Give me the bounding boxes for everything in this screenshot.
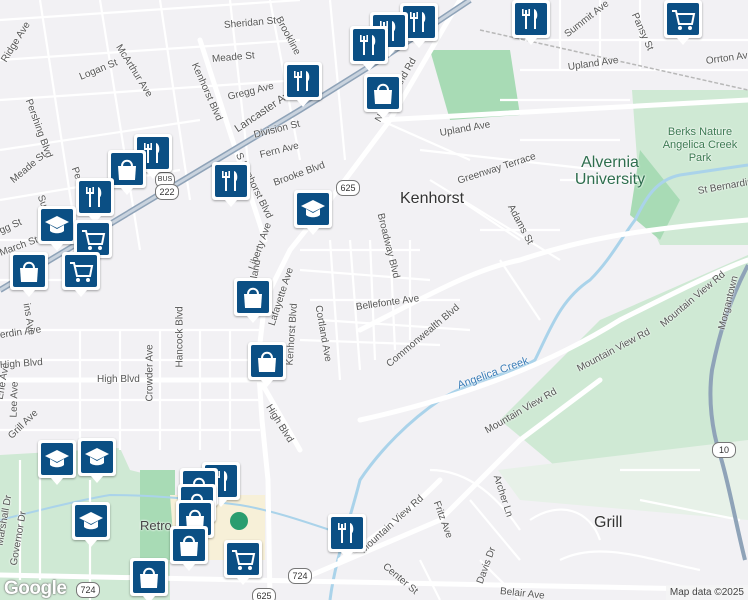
route-shield-625: 625: [336, 180, 360, 196]
school-icon: [45, 216, 69, 234]
map-marker-restaurant[interactable]: [512, 0, 550, 45]
map-marker-shopping-cart[interactable]: [62, 252, 100, 297]
road-label: Lee Ave: [8, 381, 21, 418]
shopping-bag-icon: [140, 567, 158, 588]
road-label: Crowder Ave: [144, 344, 156, 402]
road-label: Hancock Blvd: [174, 306, 186, 368]
shopping-cart-icon: [70, 262, 94, 282]
map-marker-school[interactable]: [38, 440, 76, 485]
place-label-grill: Grill: [594, 514, 623, 531]
restaurant-icon: [360, 35, 376, 55]
restaurant-icon: [222, 171, 238, 191]
road-label: High Blvd: [97, 374, 140, 385]
school-icon: [301, 200, 325, 218]
restaurant-icon: [294, 71, 310, 91]
map-marker-shopping-cart[interactable]: [224, 540, 262, 585]
map-marker-restaurant[interactable]: [212, 162, 250, 207]
map-marker-school[interactable]: [72, 502, 110, 547]
map-marker-shopping-cart[interactable]: [664, 0, 702, 45]
map-marker-restaurant[interactable]: [284, 62, 322, 107]
school-icon: [85, 448, 109, 466]
map-marker-shopping-bag[interactable]: [130, 558, 168, 600]
map-marker-restaurant[interactable]: [328, 514, 366, 559]
map-marker-shopping-bag[interactable]: [248, 342, 286, 387]
restaurant-icon: [338, 523, 354, 543]
restaurant-icon: [522, 9, 538, 29]
place-label-alvernia: Alvernia University: [574, 154, 646, 188]
shopping-bag-icon: [180, 535, 198, 556]
shopping-cart-icon: [232, 550, 256, 570]
place-label-retro: Retro: [140, 518, 172, 533]
route-shield-724a: 724: [76, 582, 100, 598]
map-marker-restaurant[interactable]: [350, 26, 388, 71]
map-marker-shopping-bag[interactable]: [364, 74, 402, 119]
shopping-bag-icon: [244, 287, 262, 308]
google-logo[interactable]: Google: [4, 578, 67, 600]
shopping-bag-icon: [374, 83, 392, 104]
map-canvas[interactable]: Ridge Ave Logan St McArthur Ave Sheridan…: [0, 0, 748, 600]
school-icon: [45, 450, 69, 468]
place-label-kenhorst: Kenhorst: [400, 190, 465, 207]
restaurant-icon: [86, 187, 102, 207]
shopping-bag-icon: [20, 261, 38, 282]
map-marker-shopping-bag[interactable]: [170, 526, 208, 571]
route-shield-10: 10: [712, 442, 736, 458]
map-marker-school[interactable]: [78, 438, 116, 483]
route-shield-222: 222: [155, 184, 179, 200]
school-icon: [79, 512, 103, 530]
shopping-cart-icon: [672, 10, 696, 30]
map-attribution[interactable]: Map data ©2025: [665, 585, 748, 600]
map-marker-restaurant[interactable]: [76, 178, 114, 223]
route-shield-724b: 724: [288, 568, 312, 584]
park-poi-icon[interactable]: [230, 512, 248, 530]
route-shield-625b: 625: [252, 588, 276, 600]
place-label-berks-park: Berks Nature Angelica Creek Park: [662, 126, 738, 164]
map-marker-school[interactable]: [38, 206, 76, 251]
map-marker-school[interactable]: [294, 190, 332, 235]
map-marker-shopping-bag[interactable]: [10, 252, 48, 297]
shopping-bag-icon: [258, 351, 276, 372]
map-marker-shopping-bag[interactable]: [234, 278, 272, 323]
